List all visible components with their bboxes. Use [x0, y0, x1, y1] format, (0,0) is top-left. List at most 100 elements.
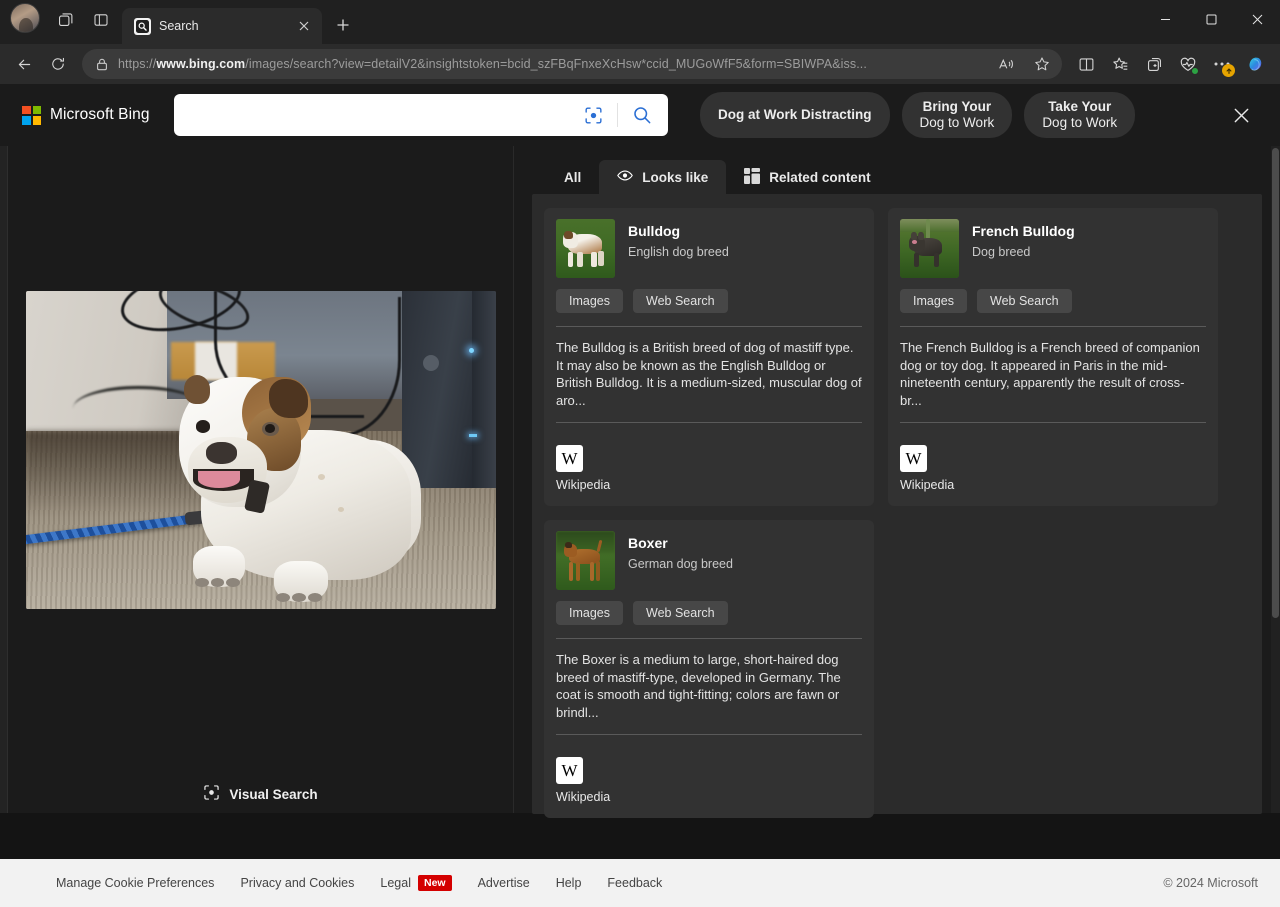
browser-toolbar: https://www.bing.com/images/search?view=…: [0, 44, 1280, 84]
new-tab-button[interactable]: [328, 10, 358, 40]
looks-like-panel: Bulldog English dog breed Images Web Sea…: [532, 194, 1262, 814]
tab-close-icon[interactable]: [294, 16, 314, 36]
search-input[interactable]: [188, 107, 577, 124]
favorite-star-icon[interactable]: [1028, 51, 1056, 77]
card-actions: Images Web Search: [556, 601, 862, 625]
eye-icon: [617, 169, 633, 185]
copyright-label: © 2024 Microsoft: [1163, 876, 1258, 890]
page-scrollbar[interactable]: [1271, 146, 1280, 813]
card-actions: Images Web Search: [556, 289, 862, 313]
card-subtitle: German dog breed: [628, 557, 733, 571]
browser-tab-title: Search: [159, 19, 286, 33]
wikipedia-icon: W: [556, 445, 583, 472]
card-thumbnail[interactable]: [900, 219, 959, 278]
card-header: Boxer German dog breed: [556, 531, 862, 590]
left-rail: [0, 146, 8, 813]
grid-icon: [744, 168, 760, 187]
address-bar[interactable]: https://www.bing.com/images/search?view=…: [82, 49, 1062, 79]
card-subtitle: Dog breed: [972, 245, 1075, 259]
card-title: French Bulldog: [972, 223, 1075, 239]
browser-essentials-icon[interactable]: [1172, 48, 1204, 80]
suggestion-pill-2[interactable]: Take Your Dog to Work: [1024, 92, 1135, 138]
window-close-button[interactable]: [1234, 0, 1280, 38]
refresh-button[interactable]: [42, 48, 74, 80]
collections-icon[interactable]: [1138, 48, 1170, 80]
card-source-label: Wikipedia: [900, 478, 1206, 492]
search-submit-icon[interactable]: [626, 99, 658, 131]
card-description: The Bulldog is a British breed of dog of…: [556, 339, 862, 409]
profile-avatar[interactable]: [10, 3, 40, 33]
split-screen-icon[interactable]: [1070, 48, 1102, 80]
card-images-button[interactable]: Images: [900, 289, 967, 313]
visual-search-icon: [203, 784, 220, 804]
tab-actions-icon[interactable]: [84, 3, 118, 37]
visual-search-label: Visual Search: [229, 787, 317, 802]
card-divider: [556, 326, 862, 327]
bing-header: Microsoft Bing: [0, 84, 1280, 146]
suggestion-pill-0[interactable]: Dog at Work Distracting: [700, 92, 890, 138]
card-source[interactable]: W Wikipedia: [556, 757, 862, 804]
footer-link-legal[interactable]: Legal New: [380, 875, 451, 891]
essentials-status-dot: [1191, 67, 1199, 75]
minimize-button[interactable]: [1142, 0, 1188, 38]
footer-link-privacy[interactable]: Privacy and Cookies: [240, 876, 354, 890]
card-web-search-button[interactable]: Web Search: [633, 601, 728, 625]
card-divider: [556, 734, 862, 735]
browser-tab[interactable]: Search: [122, 8, 322, 44]
read-aloud-icon[interactable]: [992, 51, 1020, 77]
knowledge-card-list: Bulldog English dog breed Images Web Sea…: [544, 208, 1250, 818]
visual-search-button[interactable]: Visual Search: [191, 777, 329, 811]
pill-line-1: Bring Your: [923, 99, 992, 115]
copilot-icon[interactable]: [1240, 48, 1272, 80]
footer-link-feedback[interactable]: Feedback: [607, 876, 662, 890]
visual-search-camera-icon[interactable]: [577, 99, 609, 131]
close-overlay-button[interactable]: [1220, 94, 1262, 136]
main-image[interactable]: [26, 291, 496, 609]
tab-all[interactable]: All: [546, 160, 599, 194]
suggestion-pill-1[interactable]: Bring Your Dog to Work: [902, 92, 1013, 138]
card-divider: [900, 422, 1206, 423]
workspaces-icon[interactable]: [48, 3, 82, 37]
card-source[interactable]: W Wikipedia: [556, 445, 862, 492]
knowledge-card[interactable]: French Bulldog Dog breed Images Web Sear…: [888, 208, 1218, 506]
settings-more-icon[interactable]: [1206, 48, 1238, 80]
card-source-label: Wikipedia: [556, 478, 862, 492]
dog-subject: [167, 367, 411, 609]
card-images-button[interactable]: Images: [556, 601, 623, 625]
footer-link-advertise[interactable]: Advertise: [478, 876, 530, 890]
card-images-button[interactable]: Images: [556, 289, 623, 313]
tab-related-content[interactable]: Related content: [726, 160, 888, 194]
search-box[interactable]: [174, 94, 668, 136]
back-button[interactable]: [8, 48, 40, 80]
knowledge-card[interactable]: Boxer German dog breed Images Web Search…: [544, 520, 874, 818]
card-web-search-button[interactable]: Web Search: [977, 289, 1072, 313]
favorites-icon[interactable]: [1104, 48, 1136, 80]
suggestion-pills: Dog at Work Distracting Bring Your Dog t…: [700, 92, 1135, 138]
card-thumbnail[interactable]: [556, 531, 615, 590]
card-source[interactable]: W Wikipedia: [900, 445, 1206, 492]
knowledge-card[interactable]: Bulldog English dog breed Images Web Sea…: [544, 208, 874, 506]
window-controls: [1142, 0, 1280, 38]
footer-link-help[interactable]: Help: [556, 876, 582, 890]
card-description: The Boxer is a medium to large, short-ha…: [556, 651, 862, 721]
card-thumbnail[interactable]: [556, 219, 615, 278]
scrollbar-thumb[interactable]: [1272, 148, 1279, 618]
content-split: Visual Search All: [0, 146, 1280, 813]
maximize-button[interactable]: [1188, 0, 1234, 38]
card-divider: [556, 638, 862, 639]
card-meta: Boxer German dog breed: [628, 531, 733, 590]
tab-looks-like[interactable]: Looks like: [599, 160, 726, 194]
tab-label: All: [564, 170, 581, 185]
bing-logo[interactable]: Microsoft Bing: [22, 106, 152, 125]
page-footer: Manage Cookie Preferences Privacy and Co…: [0, 859, 1280, 907]
image-preview-pane: Visual Search: [8, 146, 514, 813]
card-source-label: Wikipedia: [556, 790, 862, 804]
card-header: French Bulldog Dog breed: [900, 219, 1206, 278]
tab-label: Looks like: [642, 170, 708, 185]
card-meta: French Bulldog Dog breed: [972, 219, 1075, 278]
footer-link-manage-cookies[interactable]: Manage Cookie Preferences: [56, 876, 214, 890]
card-web-search-button[interactable]: Web Search: [633, 289, 728, 313]
pill-line-1: Dog at Work Distracting: [718, 107, 872, 123]
new-badge: New: [418, 875, 452, 891]
card-description: The French Bulldog is a French breed of …: [900, 339, 1206, 409]
